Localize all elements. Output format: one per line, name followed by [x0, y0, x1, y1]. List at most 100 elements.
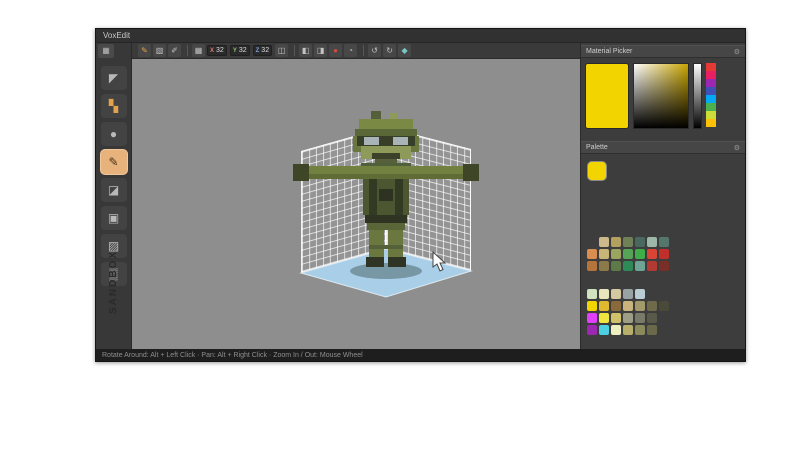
palette-swatch[interactable] [611, 237, 621, 247]
palette-swatch[interactable] [611, 325, 621, 335]
palette-swatch[interactable] [611, 313, 621, 323]
sphere-tool[interactable]: ● [100, 122, 127, 146]
palette-swatch[interactable] [623, 325, 633, 335]
resize-grid-icon[interactable]: ▦ [192, 44, 205, 57]
palette-row [587, 301, 683, 311]
palette-row [587, 313, 683, 323]
palette-swatch[interactable] [587, 313, 597, 323]
hue-block-2[interactable] [706, 79, 716, 87]
hue-strip[interactable] [706, 63, 716, 129]
eraser-tool[interactable]: ◪ [100, 178, 127, 202]
palette-swatch[interactable] [623, 289, 633, 299]
palette-options-icon[interactable]: ⚙ [734, 144, 740, 152]
palette-swatch[interactable] [611, 289, 621, 299]
select-tool[interactable]: ◤ [100, 66, 127, 90]
redo-icon[interactable]: ↻ [383, 44, 397, 57]
palette-swatch[interactable] [599, 289, 609, 299]
selected-palette-swatch[interactable] [587, 161, 607, 181]
palette-swatch[interactable] [623, 237, 633, 247]
tool-sidebar: ▦ ◤ ▚ ● ✎ ◪ ▣ ▨ ▒ SANDBOX [96, 43, 132, 349]
palette-swatch[interactable] [647, 325, 657, 335]
hue-block-5[interactable] [706, 103, 716, 111]
pencil-tool[interactable]: ✎ [100, 150, 127, 174]
hue-block-3[interactable] [706, 87, 716, 95]
palette-swatch[interactable] [623, 301, 633, 311]
palette-swatch[interactable] [635, 261, 645, 271]
gem-icon[interactable]: ◆ [398, 44, 412, 57]
palette-swatch[interactable] [587, 261, 597, 271]
palette-row [587, 289, 683, 299]
palette-swatch[interactable] [635, 237, 645, 247]
screen: VoxEdit ▦ ◤ ▚ ● ✎ ◪ ▣ ▨ ▒ SANDBOX ✎ ▧ ✐ ▦ X 32 Y 32 Z 32… [0, 0, 800, 450]
palette-swatch[interactable] [599, 325, 609, 335]
palette-swatch[interactable] [611, 301, 621, 311]
palette-row [587, 261, 671, 271]
ghost-icon[interactable]: ◔ [344, 44, 358, 57]
palette-swatch[interactable] [635, 325, 645, 335]
titlebar[interactable]: VoxEdit [96, 29, 745, 43]
palette-swatch[interactable] [623, 313, 633, 323]
palette-group [587, 237, 671, 273]
palette-swatch[interactable] [587, 301, 597, 311]
size-y-field[interactable]: Y 32 [229, 45, 250, 56]
brush-icon[interactable]: ✎ [138, 44, 151, 57]
palette-swatch[interactable] [587, 289, 597, 299]
blocks-tool[interactable]: ▚ [100, 94, 127, 118]
voxel-model[interactable] [271, 111, 501, 271]
palette-swatch[interactable] [599, 301, 609, 311]
sandbox-vertical-text: SANDBOX [108, 249, 119, 314]
palette-swatch[interactable] [599, 249, 609, 259]
hue-block-0[interactable] [706, 63, 716, 71]
record-icon[interactable]: ● [329, 44, 343, 57]
right-panel: Material Picker ⚙ Palette ⚙ [580, 43, 745, 349]
lock-icon[interactable]: ◫ [275, 44, 289, 57]
material-picker-header[interactable]: Material Picker ⚙ [581, 45, 745, 58]
value-ramp-strip[interactable] [693, 63, 702, 129]
undo-icon[interactable]: ↺ [368, 44, 382, 57]
palette-swatch[interactable] [587, 325, 597, 335]
palette-swatch[interactable] [635, 313, 645, 323]
palette-swatch[interactable] [623, 249, 633, 259]
palette-swatch[interactable] [647, 249, 657, 259]
palette-swatch[interactable] [659, 237, 669, 247]
mirror-x-icon[interactable]: ◧ [299, 44, 313, 57]
palette-swatch[interactable] [623, 261, 633, 271]
status-hints: Rotate Around: Alt + Left Click · Pan: A… [102, 351, 363, 359]
palette-swatch[interactable] [635, 289, 645, 299]
hue-block-1[interactable] [706, 71, 716, 79]
wand-icon[interactable]: ▧ [153, 44, 166, 57]
palette-swatch[interactable] [611, 249, 621, 259]
palette-swatch[interactable] [659, 249, 669, 259]
palette-swatch[interactable] [635, 249, 645, 259]
size-z-field[interactable]: Z 32 [252, 45, 273, 56]
palette-swatch[interactable] [647, 313, 657, 323]
material-picker-options-icon[interactable]: ⚙ [734, 48, 740, 56]
workspace-toggle-button[interactable]: ▦ [98, 44, 114, 58]
viewport-canvas[interactable] [132, 59, 580, 351]
hue-block-4[interactable] [706, 95, 716, 103]
status-bar: Rotate Around: Alt + Left Click · Pan: A… [96, 349, 745, 361]
size-x-field[interactable]: X 32 [207, 45, 227, 56]
palette-row [587, 249, 671, 259]
mouse-cursor [432, 251, 447, 272]
current-color-swatch[interactable] [585, 63, 629, 129]
palette-header[interactable]: Palette ⚙ [581, 141, 745, 154]
dropper-icon[interactable]: ✐ [168, 44, 181, 57]
palette-swatch[interactable] [587, 249, 597, 259]
palette-swatch[interactable] [611, 261, 621, 271]
palette-swatch[interactable] [599, 261, 609, 271]
size-z-field-value: 32 [261, 47, 270, 54]
palette-swatch[interactable] [647, 301, 657, 311]
palette-swatch[interactable] [599, 237, 609, 247]
hue-block-7[interactable] [706, 119, 716, 127]
palette-swatch[interactable] [659, 301, 669, 311]
palette-swatch[interactable] [635, 301, 645, 311]
cube-tool[interactable]: ▣ [100, 206, 127, 230]
palette-swatch[interactable] [599, 313, 609, 323]
palette-swatch[interactable] [647, 261, 657, 271]
palette-swatch[interactable] [647, 237, 657, 247]
mirror-y-icon[interactable]: ◨ [314, 44, 328, 57]
saturation-value-gradient[interactable] [633, 63, 689, 129]
palette-swatch[interactable] [659, 261, 669, 271]
hue-block-6[interactable] [706, 111, 716, 119]
